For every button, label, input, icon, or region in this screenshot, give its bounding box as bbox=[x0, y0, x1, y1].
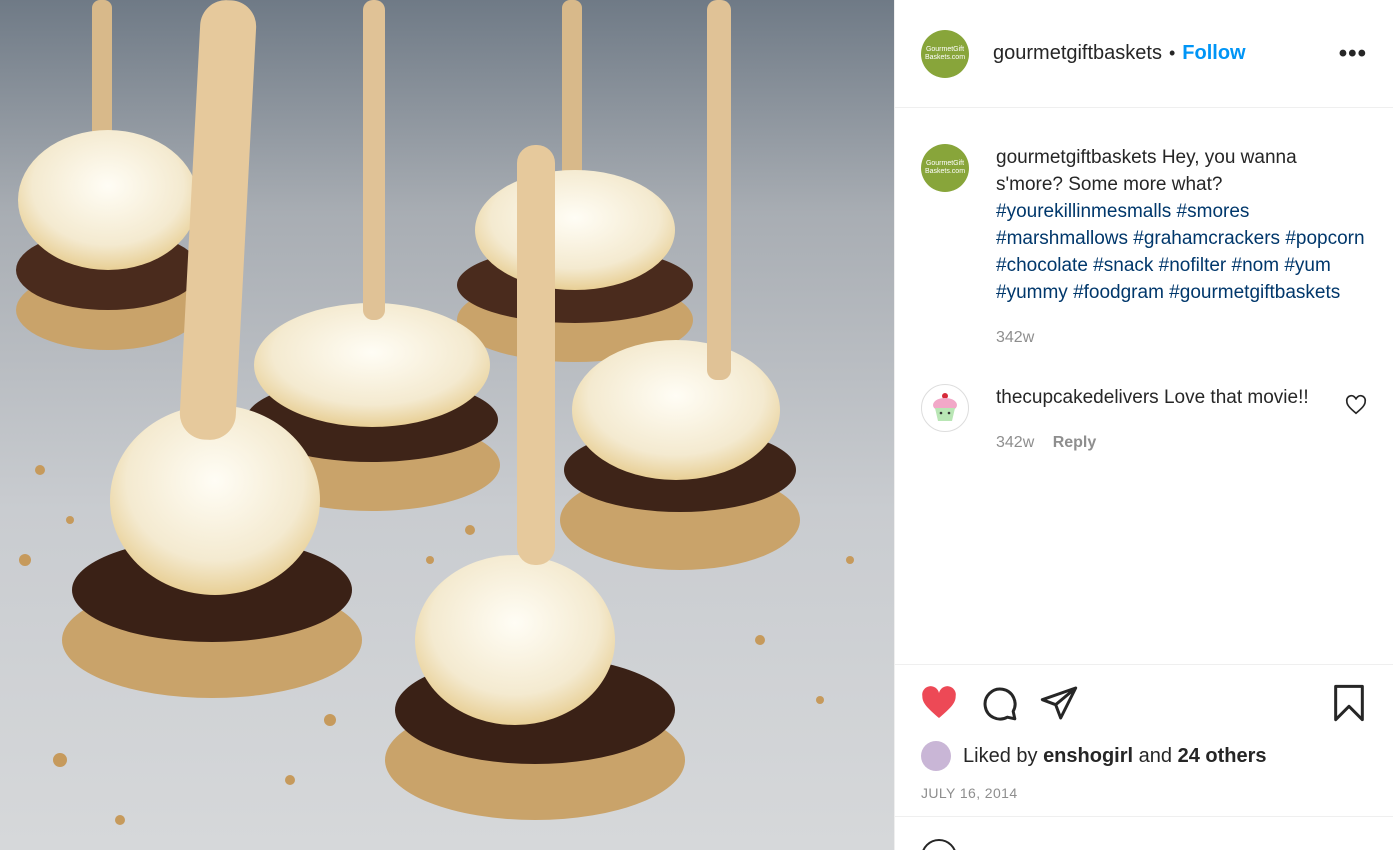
comment-icon[interactable] bbox=[979, 683, 1019, 723]
caption-avatar[interactable]: GourmetGift Baskets.com bbox=[921, 144, 969, 192]
caption-time[interactable]: 342w bbox=[996, 324, 1366, 351]
caption-avatar-text-1: GourmetGift bbox=[925, 160, 965, 167]
heart-outline-icon[interactable] bbox=[1345, 394, 1367, 416]
comment-text: Love that movie!! bbox=[1163, 387, 1309, 408]
smores-photo bbox=[0, 0, 894, 850]
likes-others[interactable]: 24 others bbox=[1178, 745, 1267, 768]
comment-username[interactable]: thecupcakedelivers bbox=[996, 387, 1159, 408]
avatar-text-1: GourmetGift bbox=[925, 45, 965, 53]
comments-section[interactable]: GourmetGift Baskets.com gourmetgiftbaske… bbox=[895, 108, 1393, 664]
caption-username[interactable]: gourmetgiftbaskets bbox=[996, 147, 1157, 168]
likes-prefix: Liked by bbox=[963, 744, 1038, 767]
share-icon[interactable] bbox=[1039, 683, 1079, 723]
comment-time[interactable]: 342w bbox=[996, 434, 1034, 451]
more-icon[interactable]: ••• bbox=[1339, 40, 1367, 68]
liker-avatar[interactable] bbox=[921, 741, 951, 771]
author-username[interactable]: gourmetgiftbaskets bbox=[993, 42, 1162, 65]
likes-and: and bbox=[1138, 744, 1173, 767]
author-avatar[interactable]: GourmetGift Baskets.com bbox=[921, 29, 969, 78]
caption-body: gourmetgiftbaskets Hey, you wanna s'more… bbox=[996, 144, 1366, 351]
add-comment-bar bbox=[895, 816, 1393, 850]
comment-body: thecupcakedelivers Love that movie!! 342… bbox=[996, 384, 1366, 456]
commenter-avatar[interactable] bbox=[921, 384, 969, 432]
bookmark-icon[interactable] bbox=[1329, 683, 1369, 723]
avatar-text-2: Baskets.com bbox=[924, 53, 966, 61]
post-image[interactable] bbox=[0, 0, 894, 850]
reply-button[interactable]: Reply bbox=[1053, 434, 1097, 451]
separator-dot: • bbox=[1168, 43, 1176, 63]
caption-avatar-text-2: Baskets.com bbox=[924, 168, 966, 175]
follow-button[interactable]: Follow bbox=[1182, 42, 1245, 65]
comment-meta: 342w Reply bbox=[996, 429, 1366, 456]
liker-username[interactable]: enshogirl bbox=[1043, 745, 1133, 768]
action-bar bbox=[895, 665, 1393, 741]
caption-hashtags[interactable]: #yourekillinmesmalls #smores #marshmallo… bbox=[996, 201, 1365, 303]
post-header: GourmetGift Baskets.com gourmetgiftbaske… bbox=[895, 0, 1393, 108]
post-sidebar: GourmetGift Baskets.com gourmetgiftbaske… bbox=[894, 0, 1393, 850]
cupcake-icon bbox=[933, 393, 957, 421]
instagram-post: GourmetGift Baskets.com gourmetgiftbaske… bbox=[0, 0, 1393, 850]
caption: GourmetGift Baskets.com gourmetgiftbaske… bbox=[921, 144, 1367, 351]
emoji-icon[interactable] bbox=[921, 839, 957, 850]
heart-filled-icon[interactable] bbox=[919, 683, 959, 723]
post-date[interactable]: JULY 16, 2014 bbox=[895, 771, 1393, 801]
comment-item: thecupcakedelivers Love that movie!! 342… bbox=[921, 384, 1367, 456]
likes-summary: Liked by enshogirl and 24 others bbox=[895, 741, 1393, 771]
post-footer: Liked by enshogirl and 24 others JULY 16… bbox=[895, 664, 1393, 817]
